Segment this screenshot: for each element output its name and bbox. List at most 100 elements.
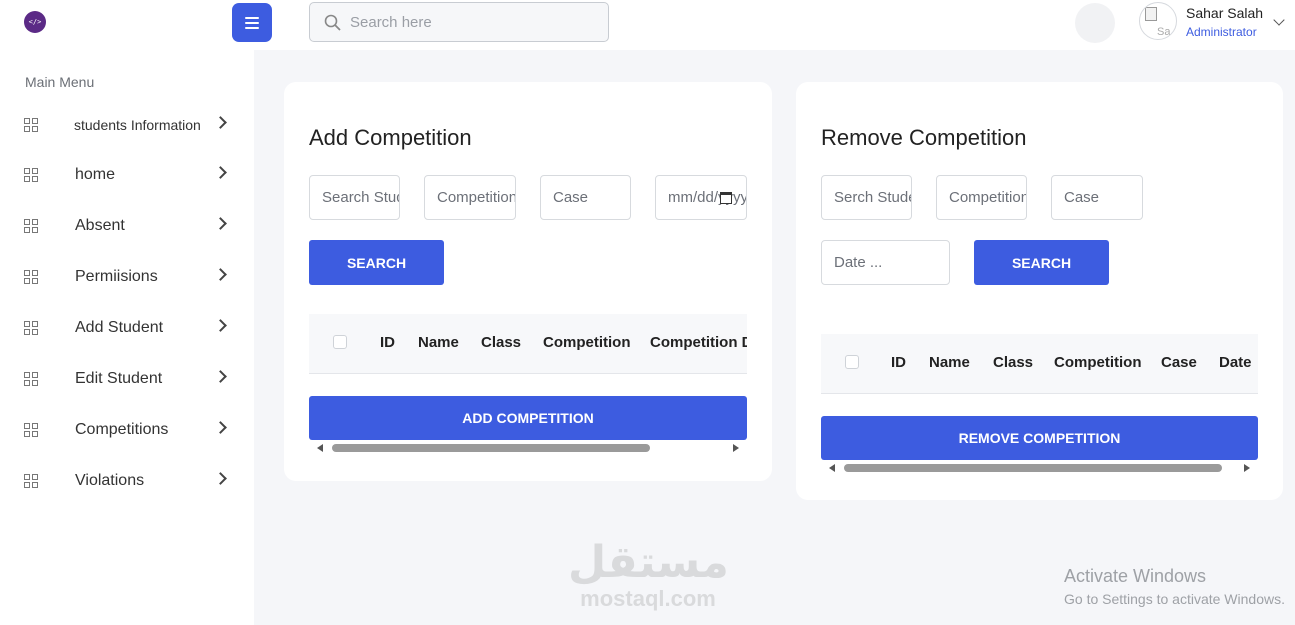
logo-text: </> xyxy=(28,18,42,26)
sidebar-item-label: Absent xyxy=(75,217,125,234)
search-student-input[interactable]: Serch Student xyxy=(821,175,912,220)
competition-input[interactable]: Competition xyxy=(936,175,1027,220)
table-header: ID Name Class Competition Competition Da… xyxy=(309,314,747,374)
chevron-right-icon xyxy=(214,472,227,485)
app-logo[interactable]: </> xyxy=(24,11,46,33)
scroll-left-icon[interactable] xyxy=(829,464,835,472)
column-header[interactable]: Name xyxy=(929,354,970,371)
date-input[interactable]: Date ... xyxy=(821,240,950,285)
windows-activation-notice: Activate Windows Go to Settings to activ… xyxy=(1064,566,1285,607)
scroll-thumb[interactable] xyxy=(844,464,1222,472)
input-placeholder: mm/dd/yyyy xyxy=(668,189,747,206)
remove-competition-card: Remove Competition Serch Student Competi… xyxy=(796,82,1283,500)
column-header[interactable]: Class xyxy=(993,354,1033,371)
sidebar-item-label: Permiisions xyxy=(75,268,158,285)
sidebar-item-home[interactable]: home xyxy=(24,160,229,190)
grid-icon xyxy=(24,270,38,284)
remove-competition-button[interactable]: REMOVE COMPETITION xyxy=(821,416,1258,460)
calendar-icon[interactable] xyxy=(720,192,732,204)
date-input[interactable]: mm/dd/yyyy xyxy=(655,175,747,220)
search-student-input[interactable]: Search Student xyxy=(309,175,400,220)
sidebar-item-edit-student[interactable]: Edit Student xyxy=(24,364,229,394)
chevron-right-icon xyxy=(214,116,227,129)
sidebar-item-label: Competitions xyxy=(75,421,169,438)
chevron-right-icon xyxy=(214,268,227,281)
chevron-right-icon xyxy=(214,370,227,383)
add-competition-button[interactable]: ADD COMPETITION xyxy=(309,396,747,440)
select-all-checkbox[interactable] xyxy=(845,355,859,369)
column-header[interactable]: Name xyxy=(418,334,459,351)
sidebar-item-students-information[interactable]: students Information xyxy=(24,110,229,140)
search-icon xyxy=(324,14,341,31)
watermark-arabic: مستقل xyxy=(568,537,729,588)
input-placeholder: Case xyxy=(553,189,589,206)
column-header[interactable]: Competition Date xyxy=(650,334,747,351)
search-button[interactable]: SEARCH xyxy=(974,240,1109,285)
user-role: Administrator xyxy=(1186,25,1257,39)
broken-image-icon xyxy=(1145,7,1157,21)
activation-title: Activate Windows xyxy=(1064,566,1207,586)
notification-button[interactable] xyxy=(1075,3,1115,43)
column-header[interactable]: Date xyxy=(1219,354,1252,371)
sidebar-item-label: home xyxy=(75,166,116,183)
sidebar-item-label: students Information xyxy=(74,117,201,133)
grid-icon xyxy=(24,423,38,437)
scroll-right-icon[interactable] xyxy=(733,444,739,452)
input-placeholder: Competition xyxy=(437,189,516,206)
grid-icon xyxy=(24,118,38,132)
search-button[interactable]: SEARCH xyxy=(309,240,444,285)
grid-icon xyxy=(24,219,38,233)
column-header[interactable]: Class xyxy=(481,334,521,351)
grid-icon xyxy=(24,474,38,488)
sidebar-item-absent[interactable]: Absent xyxy=(24,211,229,241)
chevron-right-icon xyxy=(214,217,227,230)
avatar-alt-text: Sa xyxy=(1157,26,1171,38)
column-header[interactable]: ID xyxy=(891,354,906,371)
input-placeholder: Competition xyxy=(949,189,1027,206)
scroll-left-icon[interactable] xyxy=(317,444,323,452)
sidebar-item-label: Add Student xyxy=(75,319,164,336)
column-header[interactable]: ID xyxy=(380,334,395,351)
chevron-right-icon xyxy=(214,166,227,179)
scroll-right-icon[interactable] xyxy=(1244,464,1250,472)
column-header[interactable]: Competition xyxy=(543,334,631,351)
sidebar-item-label: Edit Student xyxy=(75,370,163,387)
case-input[interactable]: Case xyxy=(540,175,631,220)
grid-icon xyxy=(24,168,38,182)
search-placeholder: Search here xyxy=(350,14,432,31)
card-title: Add Competition xyxy=(309,125,472,150)
sidebar-item-add-student[interactable]: Add Student xyxy=(24,313,229,343)
sidebar-item-label: Violations xyxy=(75,472,145,489)
input-placeholder: Date ... xyxy=(834,254,883,271)
watermark-latin: mostaql.com xyxy=(580,586,716,611)
input-placeholder: Case xyxy=(1064,189,1100,206)
grid-icon xyxy=(24,372,38,386)
avatar[interactable]: Sa xyxy=(1139,2,1177,40)
activation-subtitle: Go to Settings to activate Windows. xyxy=(1064,591,1285,607)
user-name: Sahar Salah xyxy=(1186,5,1264,21)
grid-icon xyxy=(24,321,38,335)
case-input[interactable]: Case xyxy=(1051,175,1143,220)
add-competition-card: Add Competition Search Student Competiti… xyxy=(284,82,772,481)
card-title: Remove Competition xyxy=(821,125,1027,150)
menu-toggle-button[interactable] xyxy=(232,3,272,42)
sidebar-item-violations[interactable]: Violations xyxy=(24,466,229,496)
scroll-thumb[interactable] xyxy=(332,444,650,452)
select-all-checkbox[interactable] xyxy=(333,335,347,349)
chevron-right-icon xyxy=(214,421,227,434)
chevron-right-icon xyxy=(214,319,227,332)
column-header[interactable]: Competition xyxy=(1054,354,1142,371)
menu-title: Main Menu xyxy=(25,74,95,90)
search-input[interactable]: Search here xyxy=(309,2,609,42)
input-placeholder: Search Student xyxy=(322,189,399,206)
column-header[interactable]: Case xyxy=(1161,354,1197,371)
horizontal-scrollbar[interactable] xyxy=(821,461,1258,475)
watermark: مستقل mostaql.com xyxy=(568,537,729,612)
table-header: ID Name Class Competition Case Date xyxy=(821,334,1258,394)
sidebar: </> Main Menu students Information home … xyxy=(0,0,254,625)
sidebar-item-permissions[interactable]: Permiisions xyxy=(24,262,229,292)
horizontal-scrollbar[interactable] xyxy=(309,441,747,455)
sidebar-item-competitions[interactable]: Competitions xyxy=(24,415,229,445)
competition-input[interactable]: Competition xyxy=(424,175,516,220)
input-placeholder: Serch Student xyxy=(834,189,911,206)
